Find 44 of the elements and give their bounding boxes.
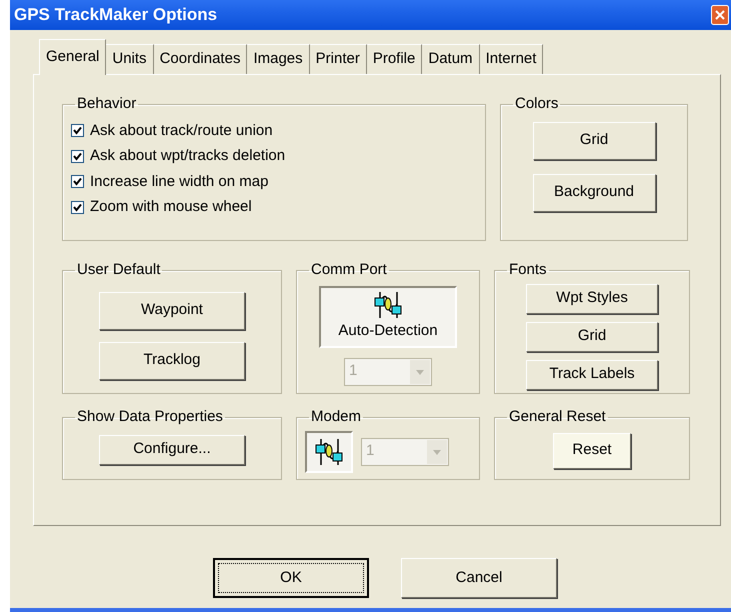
checkbox[interactable]	[71, 150, 84, 163]
group-title: Comm Port	[310, 260, 388, 280]
group-title: Colors	[514, 94, 560, 114]
group-title: Fonts	[508, 260, 548, 280]
dialog-button[interactable]: Waypoint	[99, 292, 245, 330]
group-title: Show Data Properties	[76, 407, 224, 427]
checkbox-label: Zoom with mouse wheel	[90, 197, 252, 217]
tab[interactable]: General	[39, 39, 106, 75]
dropdown-value: 1	[348, 361, 358, 382]
tab[interactable]: Datum	[422, 44, 480, 74]
group-title: User Default	[76, 260, 162, 280]
dialog-button[interactable]: Track Labels	[526, 360, 658, 390]
dropdown-value: 1	[365, 441, 376, 462]
dialog-button[interactable]: Grid	[532, 122, 656, 160]
dialog-button[interactable]: Background	[532, 174, 656, 212]
auto-detection-button[interactable]: Auto-Detection	[319, 286, 457, 348]
reset-button[interactable]: Reset	[553, 432, 631, 468]
checkbox-label: Ask about wpt/tracks deletion	[90, 146, 286, 166]
group-title: Modem	[310, 407, 362, 427]
modem-button[interactable]	[305, 430, 353, 472]
tab[interactable]: Coordinates	[154, 44, 248, 74]
button-label: Auto-Detection	[338, 321, 438, 342]
port-icon	[314, 436, 344, 466]
checkbox[interactable]	[71, 175, 84, 188]
port-icon	[373, 290, 403, 320]
checkbox[interactable]	[71, 200, 84, 214]
close-icon[interactable]	[711, 5, 729, 25]
dialog-button[interactable]: Configure...	[99, 434, 245, 464]
group-title: Behavior	[76, 94, 138, 114]
tab[interactable]: Units	[106, 44, 154, 74]
tab[interactable]: Images	[247, 44, 310, 74]
window-title: GPS TrackMaker Options	[14, 4, 218, 26]
checkbox-label: Increase line width on map	[90, 172, 268, 192]
tab[interactable]: Printer	[310, 44, 367, 74]
checkbox[interactable]	[71, 124, 84, 138]
group-title: General Reset	[508, 407, 607, 427]
checkbox-label: Ask about track/route union	[90, 120, 273, 140]
tab[interactable]: Internet	[480, 44, 544, 74]
dialog-button[interactable]: Grid	[526, 322, 658, 352]
ok-button[interactable]: OK	[213, 558, 369, 598]
dialog-button[interactable]: Wpt Styles	[526, 284, 658, 314]
dialog-button[interactable]: Tracklog	[99, 342, 245, 380]
cancel-button[interactable]: Cancel	[401, 558, 557, 598]
tab[interactable]: Profile	[366, 44, 422, 74]
